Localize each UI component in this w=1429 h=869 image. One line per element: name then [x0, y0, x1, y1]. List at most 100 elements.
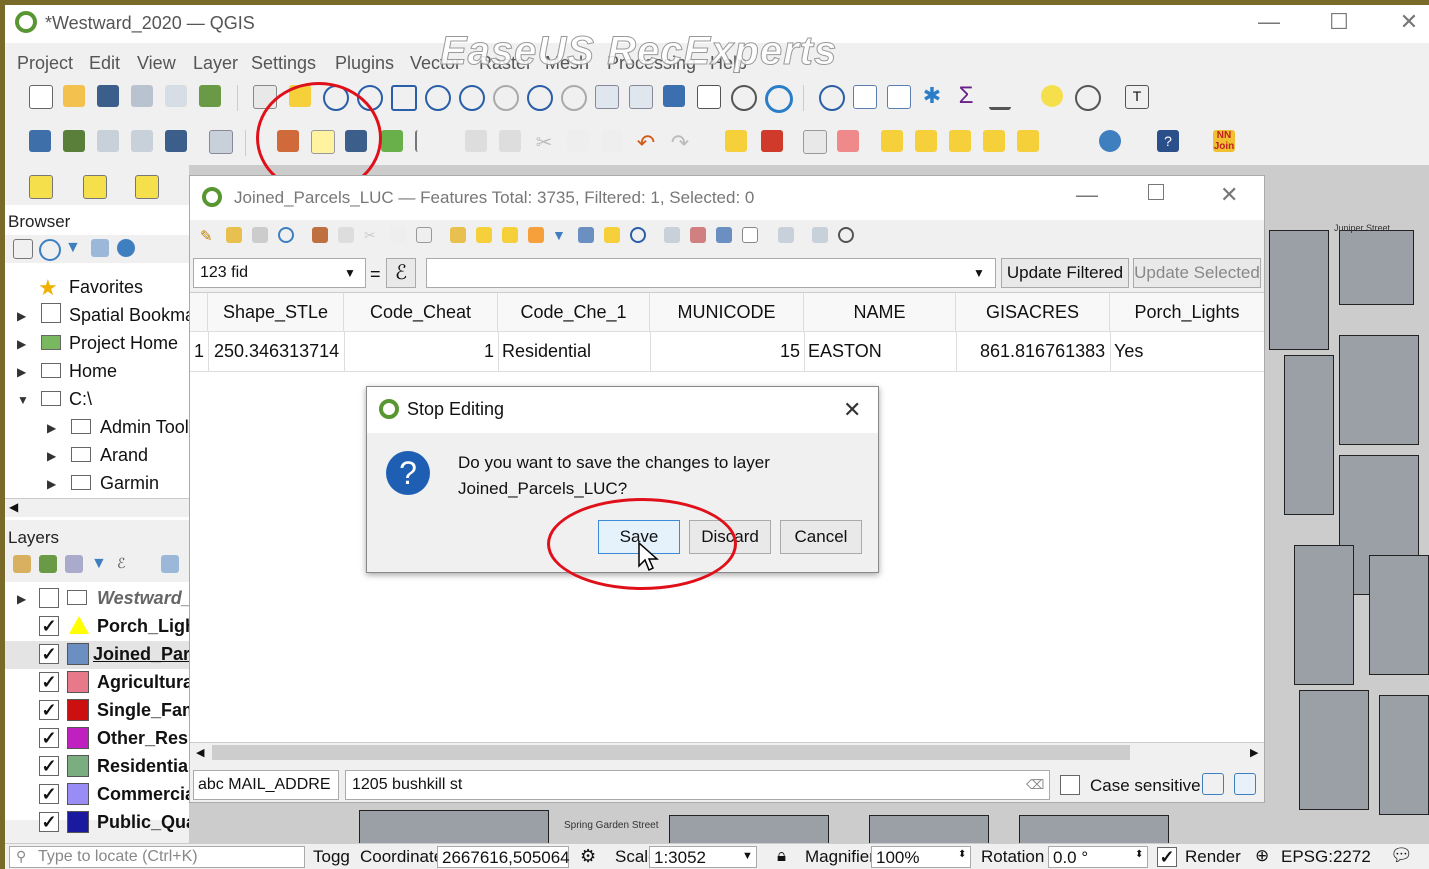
copy-icon[interactable] [390, 227, 406, 243]
statistics-icon[interactable]: Σ [955, 84, 977, 108]
layer-checkbox[interactable]: ✓ [39, 728, 59, 748]
minimize-button[interactable]: — [1076, 182, 1098, 208]
identify-features-icon[interactable] [819, 85, 845, 111]
highlight-label-icon[interactable] [803, 130, 827, 154]
maximize-button[interactable]: ☐ [1319, 9, 1359, 35]
select-all-icon[interactable] [476, 227, 492, 243]
layer-commercial[interactable]: Commercial [97, 784, 200, 805]
new-temp-layer-icon[interactable] [131, 130, 153, 152]
scrollbar-thumb[interactable] [212, 745, 1130, 760]
zoom-selection-icon[interactable] [425, 85, 451, 111]
expand-arrow-icon[interactable]: ▶ [17, 309, 26, 323]
delete-feature-icon[interactable] [338, 227, 354, 243]
column-header[interactable]: MUNICODE [650, 293, 804, 331]
toggle-editing-icon[interactable]: ✎ [200, 227, 216, 245]
open-attribute-table-icon[interactable] [853, 85, 877, 109]
add-feature-icon[interactable] [312, 227, 328, 243]
magnifier-spinbox[interactable]: 100% ⬍ [871, 846, 971, 868]
scroll-right-icon[interactable]: ▶ [1250, 746, 1258, 759]
layer-checkbox[interactable]: ✓ [39, 616, 59, 636]
table-view-icon[interactable] [1234, 773, 1256, 795]
browser-item-arand[interactable]: Arand [100, 445, 148, 466]
manage-themes-icon[interactable] [65, 555, 83, 573]
refresh-browser-icon[interactable] [39, 239, 61, 261]
pin-label-icon[interactable] [837, 130, 859, 152]
menu-plugins[interactable]: Plugins [335, 53, 394, 74]
data-source-manager-icon[interactable] [29, 130, 51, 152]
style-manager-icon[interactable] [199, 85, 221, 107]
select-features-icon[interactable] [29, 175, 53, 199]
minimize-button[interactable]: — [1249, 9, 1289, 35]
locator-search-input[interactable]: ⚲ Type to locate (Ctrl+K) [9, 846, 305, 868]
horizontal-scrollbar[interactable]: ◀ ▶ [190, 742, 1264, 763]
scale-dropdown[interactable]: 1:3052 ▼ [649, 846, 757, 868]
invert-selection-icon[interactable] [502, 227, 518, 243]
table-row[interactable]: 1 250.346313714 1 Residential 15 EASTON … [190, 331, 1264, 372]
bookmark-icon[interactable] [663, 85, 685, 107]
filter-expression-icon[interactable]: ℰ [117, 555, 135, 573]
menu-view[interactable]: View [137, 53, 176, 74]
undo-icon[interactable]: ↶ [635, 130, 657, 155]
filter-browser-icon[interactable]: ▼ [65, 239, 83, 257]
render-checkbox[interactable]: ✓ [1157, 847, 1177, 867]
digitize-icon[interactable] [209, 130, 233, 154]
change-label-icon[interactable] [983, 130, 1005, 152]
show-bookmarks-icon[interactable] [697, 85, 721, 109]
menu-layer[interactable]: Layer [193, 53, 238, 74]
coordinate-field[interactable]: 2667616,505064 [437, 846, 570, 868]
paste-features-icon[interactable] [601, 130, 623, 152]
new-field-icon[interactable] [664, 227, 680, 243]
layer-styling-icon[interactable] [13, 555, 31, 573]
toggle-extents-button[interactable]: Togg [313, 847, 350, 867]
zoom-last-icon[interactable] [527, 85, 553, 111]
layer-checkbox[interactable]: ✓ [39, 756, 59, 776]
new-map-view-icon[interactable] [595, 85, 619, 109]
add-feature-icon[interactable] [381, 130, 403, 152]
layer-checkbox[interactable]: ✓ [39, 700, 59, 720]
case-sensitive-checkbox[interactable] [1060, 775, 1080, 795]
delete-field-icon[interactable] [690, 227, 706, 243]
python-console-icon[interactable] [1099, 130, 1121, 152]
lock-scale-icon[interactable]: 🔒︎ [777, 846, 786, 866]
nnjoin-plugin-icon[interactable]: NN Join [1213, 130, 1235, 152]
diagram-tool-icon[interactable] [761, 130, 783, 152]
new-3d-view-icon[interactable] [629, 85, 653, 109]
zoom-full-icon[interactable] [391, 85, 417, 111]
select-by-expression-icon[interactable] [450, 227, 466, 243]
text-annotation-icon[interactable]: T [1125, 85, 1149, 109]
vertex-tool-icon[interactable] [415, 130, 439, 152]
add-selected-layers-icon[interactable] [13, 239, 33, 259]
menu-settings[interactable]: Settings [251, 53, 316, 74]
scroll-left-icon[interactable]: ◀ [196, 746, 204, 759]
expand-all-icon[interactable] [161, 555, 179, 573]
label-tool-icon[interactable] [725, 130, 747, 152]
locator-icon[interactable] [1075, 85, 1101, 111]
column-header[interactable]: Code_Che_1 [498, 293, 650, 331]
rotate-label-icon[interactable] [949, 130, 971, 152]
cancel-button[interactable]: Cancel [780, 520, 862, 554]
processing-toolbox-icon[interactable]: ✱ [921, 85, 943, 107]
filter-field-dropdown[interactable]: abc MAIL_ADDRE [193, 770, 339, 800]
organize-columns-icon[interactable] [716, 227, 732, 243]
filter-select-icon[interactable]: ▼ [552, 227, 568, 243]
expand-arrow-icon[interactable]: ▶ [47, 421, 56, 435]
layer-checkbox[interactable]: ✓ [39, 644, 59, 664]
column-header[interactable]: NAME [804, 293, 956, 331]
filter-value-input[interactable]: 1205 bushkill st ⌫ [345, 770, 1050, 800]
maximize-button[interactable] [1148, 184, 1164, 200]
update-selected-button[interactable]: Update Selected [1133, 258, 1261, 288]
clear-input-icon[interactable]: ⌫ [1026, 777, 1044, 793]
form-view-icon[interactable] [1202, 773, 1224, 795]
layer-checkbox[interactable]: ✓ [39, 672, 59, 692]
new-project-icon[interactable] [29, 85, 53, 109]
menu-edit[interactable]: Edit [89, 53, 120, 74]
multi-edit-icon[interactable] [226, 227, 242, 243]
deselect-icon[interactable] [135, 175, 159, 199]
browser-item-project-home[interactable]: Project Home [69, 333, 178, 354]
table-cell[interactable]: 1 [484, 341, 494, 362]
browser-item-favorites[interactable]: Favorites [69, 277, 143, 298]
save-as-icon[interactable] [131, 85, 153, 107]
actions-icon[interactable] [838, 227, 854, 243]
messages-icon[interactable]: 💬︎ [1390, 845, 1413, 866]
pan-to-selected-icon[interactable] [604, 227, 620, 243]
